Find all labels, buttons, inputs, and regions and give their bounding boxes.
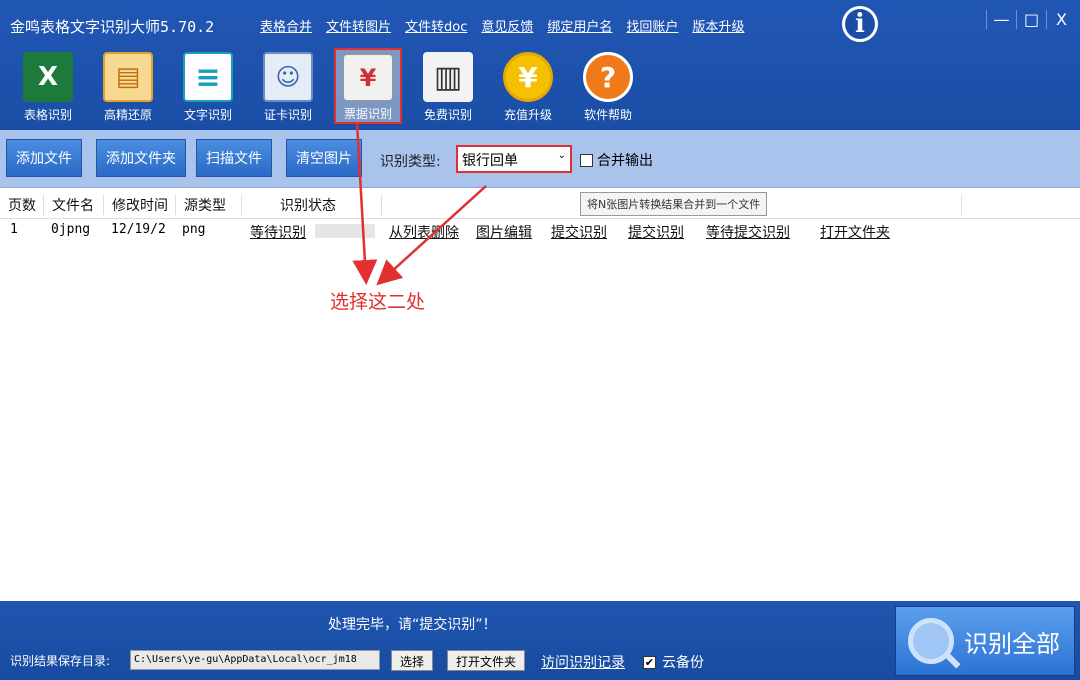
select-dir-button[interactable]: 选择 [391, 650, 434, 671]
annotation-text: 选择这二处 [330, 291, 426, 313]
magnifier-icon [908, 618, 954, 664]
cloud-backup-label: 云备份 [662, 655, 704, 671]
open-folder-button[interactable]: 打开文件夹 [447, 650, 526, 671]
save-dir-input[interactable]: C:\Users\ye-gu\AppData\Local\ocr_jm18 [130, 650, 380, 670]
recognize-all-label: 识别全部 [964, 629, 1060, 658]
annotation-arrows [352, 122, 487, 286]
cloud-backup-checkbox[interactable]: ✔ 云备份 [643, 652, 704, 672]
history-link[interactable]: 访问识别记录 [541, 652, 625, 672]
bottom-bar: 处理完毕，请“提交识别”！ 识别结果保存目录: C:\Users\ye-gu\A… [0, 601, 1080, 680]
status-message: 处理完毕，请“提交识别”！ [328, 617, 497, 633]
save-dir-label: 识别结果保存目录: [10, 654, 111, 668]
checkbox-box[interactable]: ✔ [643, 655, 656, 669]
recognize-all-button[interactable]: 识别全部 [895, 606, 1075, 676]
